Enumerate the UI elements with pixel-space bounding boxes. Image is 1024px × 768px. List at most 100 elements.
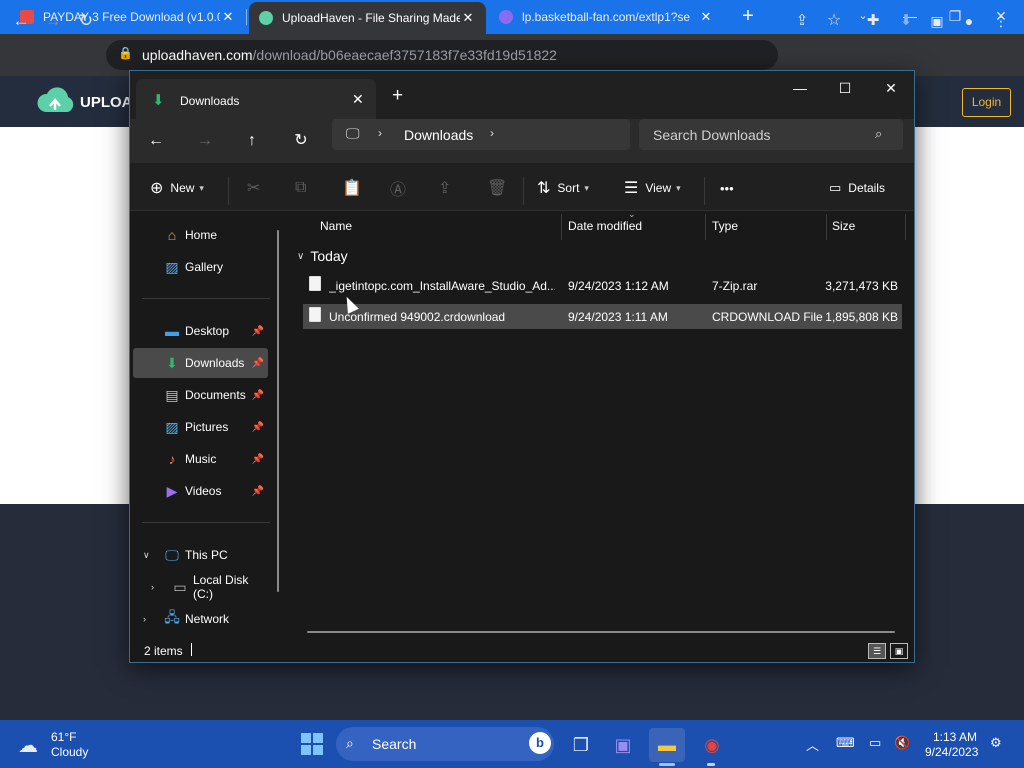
sidebar-item-downloads[interactable]: ⬇ Downloads 📌 [133, 348, 268, 378]
pin-icon[interactable]: 📌 [252, 358, 264, 369]
sidebar-item-music[interactable]: ♪ Music 📌 [133, 444, 268, 474]
chevron-right-icon[interactable]: › [151, 582, 154, 592]
column-divider[interactable] [905, 214, 906, 240]
horizontal-scrollbar[interactable] [307, 631, 895, 633]
share-icon[interactable]: ⇪ [790, 9, 814, 33]
computer-icon[interactable]: 🖵 [346, 125, 360, 142]
explorer-new-tab-button[interactable]: + [392, 85, 403, 107]
column-header-type[interactable]: Type [712, 219, 738, 233]
search-icon[interactable]: ⌕ [346, 735, 354, 752]
back-arrow-icon[interactable]: ← [142, 127, 170, 155]
view-button[interactable]: ☰ View ▾ [624, 177, 681, 199]
column-divider[interactable] [826, 214, 827, 240]
forward-arrow-icon[interactable]: → [41, 9, 65, 33]
explorer-search-input[interactable]: Search Downloads ⌕ [639, 119, 903, 150]
download-icon[interactable]: ⬇ [894, 9, 918, 33]
sidebar-item-pictures[interactable]: ▨ Pictures 📌 [133, 412, 268, 442]
column-divider[interactable] [705, 214, 706, 240]
file-row[interactable]: _igetintopc.com_InstallAware_Studio_Ad..… [303, 273, 902, 298]
weather-condition[interactable]: Cloudy [51, 745, 88, 759]
file-row[interactable]: Unconfirmed 949002.crdownload 9/24/2023 … [303, 304, 902, 329]
bing-icon[interactable]: b [529, 732, 551, 754]
chevron-right-icon[interactable]: › [490, 126, 494, 140]
sidebar-item-home[interactable]: ⌂ Home [133, 220, 268, 250]
explorer-close-button[interactable]: ✕ [868, 75, 914, 101]
breadcrumb-downloads[interactable]: Downloads [404, 127, 473, 143]
reload-icon[interactable]: ↻ [74, 9, 98, 33]
close-icon[interactable]: ✕ [698, 9, 714, 25]
pin-icon[interactable]: 📌 [252, 326, 264, 337]
taskbar-search-box[interactable] [336, 727, 554, 761]
chevron-down-icon[interactable]: ∨ [143, 550, 150, 561]
column-header-date[interactable]: Date modified [568, 219, 642, 233]
explorer-tab-downloads[interactable]: ⬇ Downloads ✕ [136, 79, 376, 119]
clock-time[interactable]: 1:13 AM [933, 730, 977, 744]
chrome-taskbar-icon[interactable]: ◉ [694, 728, 730, 762]
share-button[interactable]: ⇪ [438, 177, 458, 199]
task-view-icon[interactable]: ❐ [563, 728, 599, 762]
browser-tab-basketball[interactable]: lp.basketball-fan.com/extlp1?se ✕ [489, 0, 724, 34]
pin-icon[interactable]: 📌 [252, 486, 264, 497]
close-icon[interactable]: ✕ [220, 9, 236, 25]
sidebar-item-gallery[interactable]: ▨ Gallery [133, 252, 268, 282]
copy-button[interactable]: ⧉ [295, 177, 313, 199]
sidebar-item-local-disk[interactable]: › ▭ Local Disk (C:) [133, 572, 268, 602]
explorer-maximize-button[interactable]: ☐ [822, 75, 868, 101]
paste-button[interactable]: 📋 [342, 177, 369, 199]
delete-button[interactable]: 🗑 [487, 177, 514, 199]
teams-meet-icon[interactable]: ▣ [605, 728, 641, 762]
taskbar-search-label[interactable]: Search [372, 736, 416, 752]
forward-arrow-icon[interactable]: → [191, 127, 219, 155]
site-name[interactable]: UPLOA [80, 94, 133, 111]
login-button[interactable]: Login [962, 88, 1011, 117]
sidebar-item-network[interactable]: › 🖧 Network [133, 604, 268, 634]
side-panel-icon[interactable]: ▣ [925, 9, 949, 33]
more-options-button[interactable]: ••• [720, 177, 734, 199]
file-explorer-taskbar-icon[interactable]: ▬ [649, 728, 685, 762]
profile-icon[interactable]: ● [957, 9, 981, 33]
details-view-icon[interactable]: ☰ [868, 643, 886, 659]
close-icon[interactable]: ✕ [460, 10, 476, 26]
menu-kebab-icon[interactable]: ⋮ [989, 9, 1013, 33]
mute-speaker-icon[interactable]: 🔇 [894, 735, 910, 751]
refresh-icon[interactable]: ↻ [287, 127, 315, 155]
up-arrow-icon[interactable]: ↑ [238, 127, 266, 155]
pin-icon[interactable]: 📌 [252, 454, 264, 465]
back-arrow-icon[interactable]: ← [9, 9, 33, 33]
tiles-view-icon[interactable]: ▣ [890, 643, 908, 659]
sidebar-item-desktop[interactable]: ▬ Desktop 📌 [133, 316, 268, 346]
bookmark-star-icon[interactable]: ☆ [822, 9, 846, 33]
details-pane-button[interactable]: ▭ Details [829, 177, 885, 199]
explorer-minimize-button[interactable]: — [777, 75, 823, 101]
windows-start-icon[interactable] [301, 733, 323, 755]
search-icon[interactable]: ⌕ [875, 126, 882, 142]
column-divider[interactable] [561, 214, 562, 240]
cut-button[interactable]: ✂ [247, 177, 267, 199]
lock-icon[interactable]: 🔒 [118, 46, 133, 60]
chevron-right-icon[interactable]: › [378, 126, 382, 140]
chevron-up-icon[interactable]: ︿ [806, 735, 819, 754]
explorer-address-bar[interactable]: 🖵 › Downloads › [332, 119, 630, 150]
cloud-icon[interactable]: ☁ [18, 733, 38, 758]
url-text[interactable]: uploadhaven.com/download/b06eaecaef37571… [142, 47, 557, 63]
pin-icon[interactable]: 📌 [252, 390, 264, 401]
sidebar-item-videos[interactable]: ▶ Videos 📌 [133, 476, 268, 506]
chevron-right-icon[interactable]: › [143, 614, 146, 624]
browser-tab-uploadhaven[interactable]: UploadHaven - File Sharing Made ✕ [249, 2, 486, 34]
weather-temperature[interactable]: 61°F [51, 730, 76, 744]
column-header-size[interactable]: Size [832, 219, 855, 233]
sidebar-scrollbar[interactable] [277, 230, 279, 592]
sidebar-item-documents[interactable]: ▤ Documents 📌 [133, 380, 268, 410]
new-button[interactable]: ⊕ New ▾ [150, 177, 204, 199]
column-header-name[interactable]: Name [320, 219, 352, 233]
extensions-puzzle-icon[interactable]: ✚ [861, 9, 885, 33]
new-tab-button[interactable]: + [737, 5, 759, 27]
rename-button[interactable]: Ⓐ [390, 177, 413, 199]
sort-button[interactable]: ⇅ Sort ▾ [537, 177, 589, 199]
display-icon[interactable]: ▭ [869, 735, 881, 751]
keyboard-icon[interactable]: ⌨ [836, 735, 855, 751]
uploadhaven-logo-icon[interactable] [36, 84, 76, 118]
pin-icon[interactable]: 📌 [252, 422, 264, 433]
notifications-icon[interactable]: ⚙ [990, 735, 1002, 751]
group-header-today[interactable]: ∨ Today [297, 248, 348, 264]
